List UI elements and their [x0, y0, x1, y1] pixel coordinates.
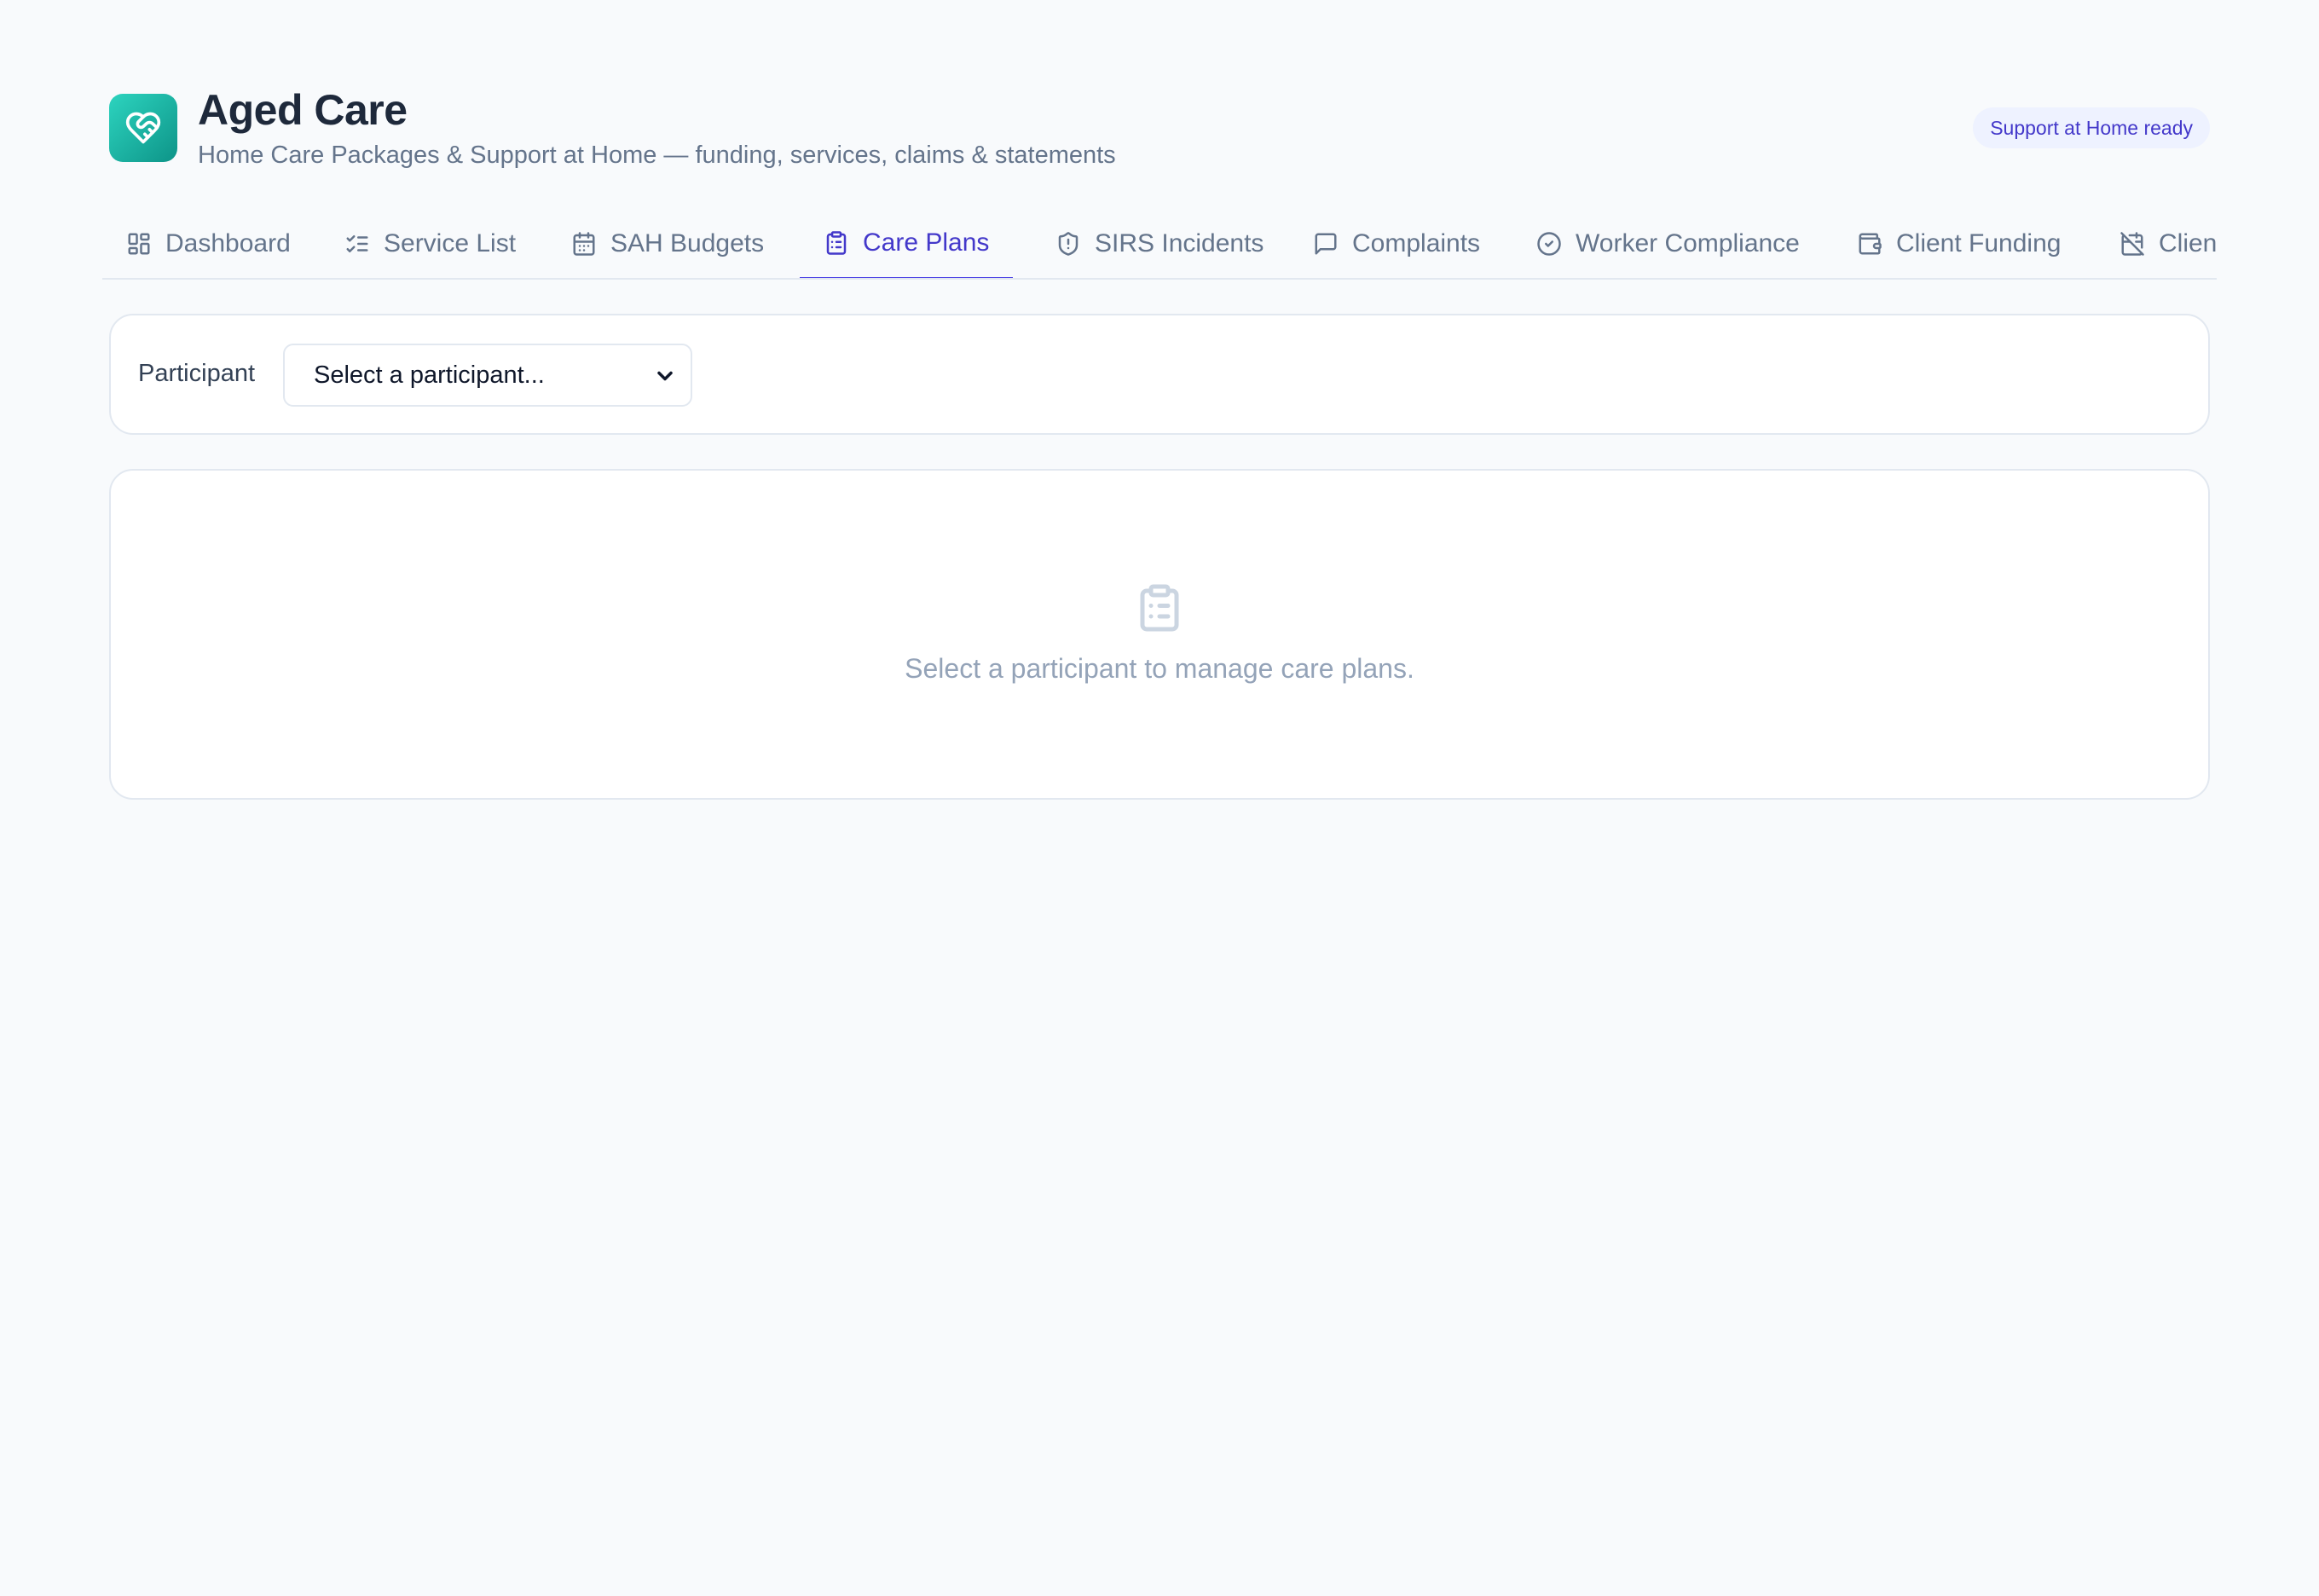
- tab-label: SIRS Incidents: [1095, 229, 1264, 257]
- tab-complaints[interactable]: Complaints: [1289, 208, 1504, 278]
- app-subtitle: Home Care Packages & Support at Home — f…: [198, 142, 1116, 169]
- empty-state-message: Select a participant to manage care plan…: [905, 653, 1414, 684]
- calendar-icon: [573, 232, 595, 256]
- message-square-icon: [1315, 233, 1337, 255]
- tab-bar: Dashboard Service List SAH Budgets Care …: [102, 208, 2217, 280]
- layout-grid-icon: [128, 233, 150, 255]
- participant-select-value: Select a participant...: [314, 361, 545, 389]
- chevron-down-icon: [657, 371, 673, 381]
- wallet-icon: [1859, 233, 1882, 255]
- tab-care-plans[interactable]: Care Plans: [800, 208, 1014, 278]
- clipboard-list-icon: [826, 230, 847, 255]
- tab-client-l[interactable]: Client L: [2096, 208, 2217, 278]
- tab-dashboard[interactable]: Dashboard: [102, 208, 315, 278]
- care-plans-empty-state: Select a participant to manage care plan…: [109, 469, 2210, 800]
- tab-label: Worker Compliance: [1576, 229, 1800, 257]
- app-logo: [109, 94, 177, 162]
- heart-handshake-icon: [125, 112, 161, 144]
- check-circle-icon: [1537, 232, 1561, 256]
- tab-label: Dashboard: [165, 229, 291, 257]
- tab-client-funding[interactable]: Client Funding: [1833, 208, 2085, 278]
- list-checks-icon: [346, 235, 368, 252]
- tab-label: SAH Budgets: [610, 229, 765, 257]
- participant-select[interactable]: Select a participant...: [283, 344, 692, 407]
- tab-sirs-incidents[interactable]: SIRS Incidents: [1032, 208, 1287, 278]
- participant-label: Participant: [138, 360, 256, 387]
- tab-worker-compliance[interactable]: Worker Compliance: [1512, 208, 1824, 278]
- tab-label: Client L: [2159, 229, 2217, 257]
- participant-filter-card: Participant Select a participant...: [109, 314, 2210, 435]
- tab-label: Client Funding: [1896, 229, 2062, 257]
- tab-sah-budgets[interactable]: SAH Budgets: [547, 208, 788, 278]
- tab-label: Care Plans: [863, 228, 990, 257]
- status-badge: Support at Home ready: [1973, 107, 2210, 148]
- clipboard-list-icon: [1140, 584, 1179, 632]
- tab-service-list[interactable]: Service List: [321, 208, 540, 278]
- calendar-off-icon: [2120, 232, 2144, 256]
- tab-label: Service List: [384, 229, 517, 257]
- page-header: Aged Care Home Care Packages & Support a…: [109, 85, 2210, 179]
- app-title: Aged Care: [198, 86, 408, 134]
- shield-alert-icon: [1058, 232, 1079, 256]
- tab-label: Complaints: [1352, 229, 1481, 257]
